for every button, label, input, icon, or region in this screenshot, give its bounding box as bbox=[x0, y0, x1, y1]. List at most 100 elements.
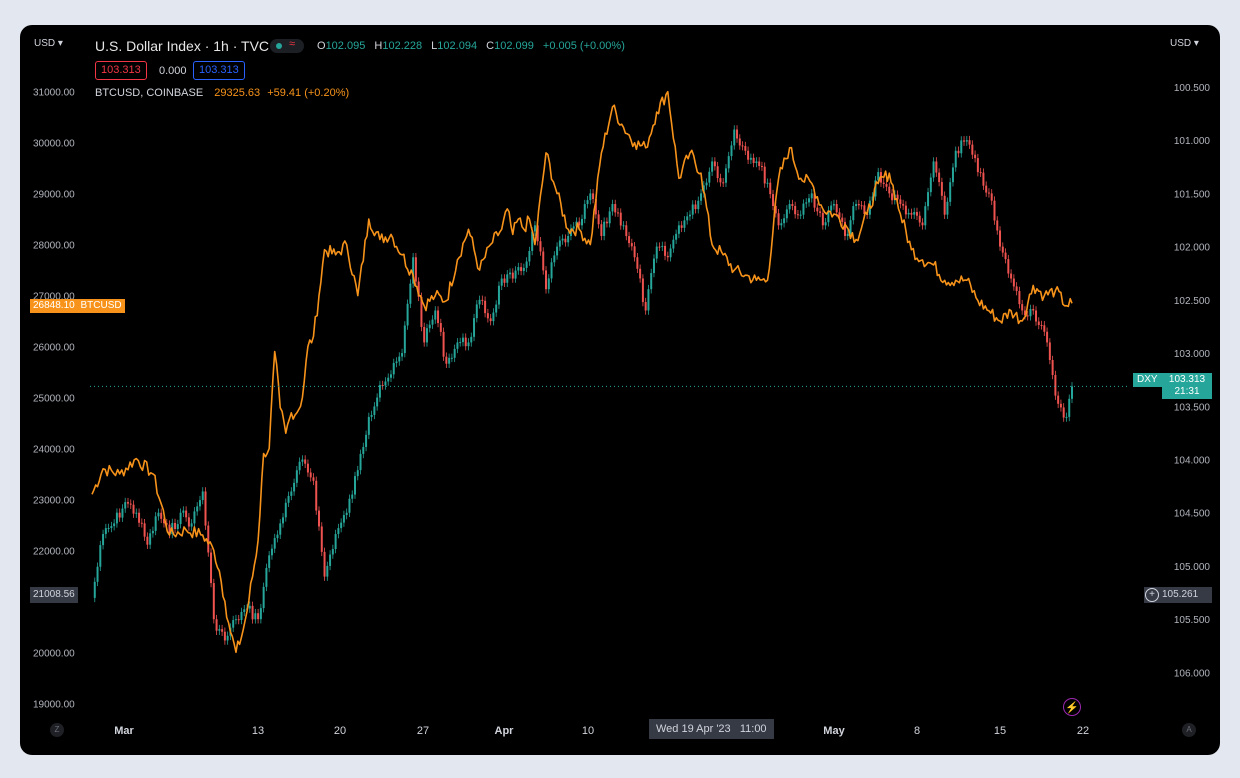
dxy-badge-countdown: 21:31 bbox=[1174, 386, 1200, 397]
dxy-candle bbox=[780, 223, 783, 226]
dxy-candle bbox=[96, 566, 99, 582]
dxy-candle bbox=[976, 158, 979, 173]
dxy-candle bbox=[129, 503, 132, 505]
dxy-candle bbox=[888, 186, 891, 194]
dxy-candle bbox=[187, 517, 190, 527]
dxy-candle bbox=[785, 209, 788, 219]
x-axis-tick: May bbox=[823, 725, 845, 737]
lightning-icon[interactable]: ⚡ bbox=[1063, 698, 1081, 716]
ohlc-open-key: O bbox=[317, 40, 326, 52]
dxy-candle bbox=[816, 207, 819, 212]
dxy-candle bbox=[697, 200, 700, 210]
dxy-candle bbox=[929, 177, 932, 193]
btc-legend[interactable]: BTCUSD, COINBASE 29325.63 +59.41 (+0.20%… bbox=[95, 87, 349, 99]
dxy-candle bbox=[819, 211, 822, 213]
left-axis-tick: 19000.00 bbox=[33, 699, 75, 710]
dxy-candle bbox=[821, 212, 824, 226]
sell-price-button[interactable]: 103.313 bbox=[95, 61, 147, 80]
dxy-candle bbox=[1037, 321, 1040, 325]
symbol-title[interactable]: U.S. Dollar Index · 1h · TVC bbox=[95, 38, 269, 54]
right-crosshair-value: 105.261 bbox=[1162, 589, 1199, 600]
dxy-candle bbox=[279, 523, 282, 535]
currency-left-button[interactable]: USD ▾ bbox=[34, 38, 63, 49]
dxy-candle bbox=[503, 278, 506, 283]
dxy-candle bbox=[943, 195, 946, 215]
chart-canvas[interactable]: 31000.0030000.0029000.0028000.0027000.00… bbox=[20, 25, 1220, 755]
dxy-candle bbox=[891, 193, 894, 201]
dxy-candle bbox=[218, 629, 221, 631]
dxy-candle bbox=[196, 506, 199, 512]
dxy-candle bbox=[1043, 325, 1046, 332]
dxy-candle bbox=[351, 494, 354, 499]
dxy-candle bbox=[176, 524, 179, 529]
dxy-candle bbox=[993, 200, 996, 221]
dxy-candle bbox=[990, 193, 993, 201]
dxy-candle bbox=[758, 161, 761, 167]
dxy-candle bbox=[910, 212, 913, 215]
dxy-candle bbox=[1046, 331, 1049, 343]
dxy-candle bbox=[276, 534, 279, 539]
dxy-candle bbox=[763, 166, 766, 184]
dxy-candle bbox=[409, 283, 412, 304]
x-axis-tick: 20 bbox=[334, 725, 346, 737]
dxy-candle bbox=[248, 605, 251, 609]
dxy-candle bbox=[652, 258, 655, 274]
auto-scale-button[interactable]: A bbox=[1182, 723, 1196, 737]
dxy-candle bbox=[705, 182, 708, 186]
btc-price-badge: 26848.10 BTCUSD bbox=[30, 299, 125, 313]
dxy-candle bbox=[711, 161, 714, 172]
dxy-candle bbox=[1051, 360, 1054, 376]
dxy-candle bbox=[287, 495, 290, 503]
dxy-candle bbox=[423, 326, 426, 343]
dxy-candle bbox=[392, 362, 395, 375]
dxy-candle bbox=[174, 522, 177, 529]
dxy-candle bbox=[185, 510, 188, 518]
dxy-candle bbox=[478, 299, 481, 305]
chart-frame[interactable]: 31000.00 30000.00 29000.00 28000.00 27000.00… bbox=[20, 25, 1220, 755]
dxy-candle bbox=[340, 522, 343, 529]
dxy-candle bbox=[772, 194, 775, 206]
dxy-candle bbox=[658, 246, 661, 248]
dxy-candle bbox=[237, 619, 240, 621]
dxy-candle bbox=[329, 554, 332, 566]
dxy-candle bbox=[251, 605, 254, 620]
dxy-candle bbox=[373, 406, 376, 415]
dxy-candle bbox=[533, 225, 536, 232]
dxy-candle bbox=[509, 272, 512, 275]
dxy-candle bbox=[741, 145, 744, 147]
dxy-candle bbox=[661, 245, 664, 247]
market-status-pill[interactable]: ≈ bbox=[270, 38, 304, 53]
dxy-candle bbox=[470, 336, 473, 343]
btc-badge-label: BTCUSD bbox=[80, 300, 122, 311]
dxy-candle bbox=[736, 129, 739, 139]
dxy-candle bbox=[381, 385, 384, 386]
add-alert-icon[interactable]: + bbox=[1145, 588, 1159, 602]
zoom-button[interactable]: Z bbox=[50, 723, 64, 737]
dxy-candle bbox=[403, 325, 406, 354]
ohlc-low-value: 102.094 bbox=[437, 40, 478, 52]
dxy-candle bbox=[669, 248, 672, 258]
dxy-candle bbox=[561, 238, 564, 241]
dxy-candle bbox=[309, 472, 312, 478]
dxy-candle bbox=[719, 178, 722, 183]
currency-right-button[interactable]: USD ▾ bbox=[1170, 38, 1199, 49]
dxy-candle bbox=[1001, 246, 1004, 253]
dxy-candle bbox=[104, 528, 107, 535]
dxy-candle bbox=[600, 224, 603, 236]
x-axis-tick: Apr bbox=[495, 725, 515, 737]
dxy-candle bbox=[226, 635, 229, 641]
left-axis-tick: 31000.00 bbox=[33, 88, 75, 99]
dxy-candle bbox=[915, 212, 918, 216]
dxy-candle bbox=[522, 267, 525, 272]
dxy-candle bbox=[514, 270, 517, 279]
buy-price-button[interactable]: 103.313 bbox=[193, 61, 245, 80]
dxy-candle bbox=[376, 397, 379, 407]
dxy-candle bbox=[556, 246, 559, 256]
dxy-candle bbox=[608, 211, 611, 224]
dxy-candle bbox=[932, 161, 935, 178]
dxy-candle bbox=[481, 299, 484, 301]
dxy-candle bbox=[935, 161, 938, 173]
dxy-candle bbox=[318, 510, 321, 527]
dxy-candle bbox=[121, 508, 124, 518]
dxy-candle bbox=[553, 255, 556, 263]
